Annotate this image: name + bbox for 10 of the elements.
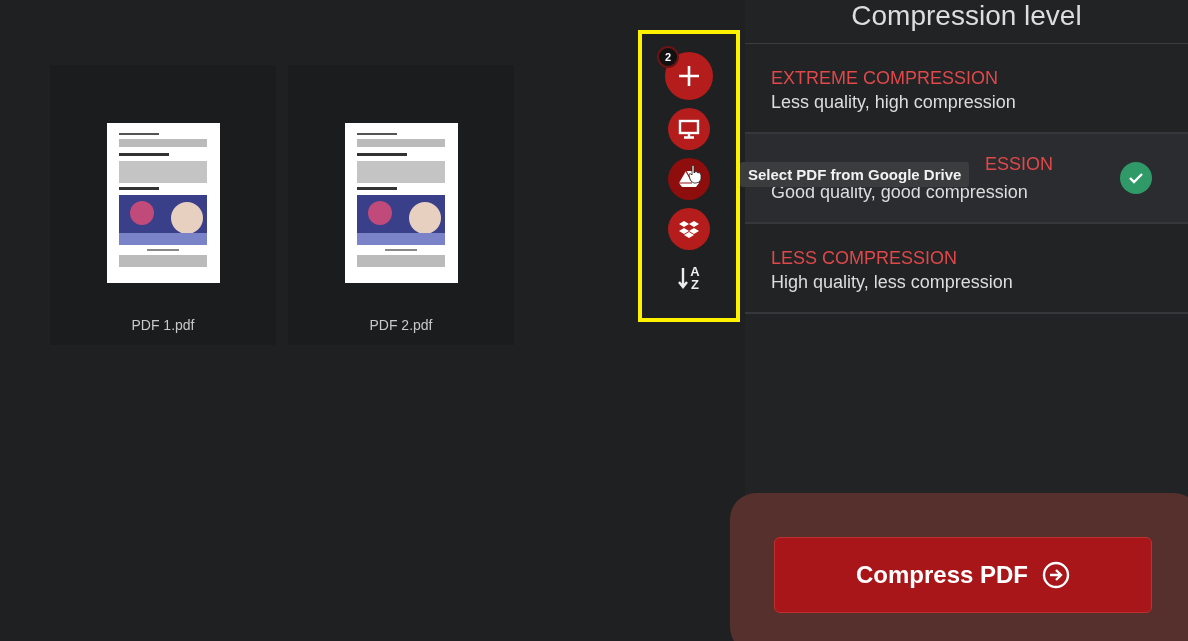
option-title: EXTREME COMPRESSION	[771, 67, 999, 89]
panel-title: Compression level	[745, 0, 1188, 44]
option-title: LESS COMPRESSION	[771, 247, 958, 269]
option-title: ESSION	[985, 153, 1054, 175]
option-description: High quality, less compression	[771, 271, 1013, 293]
file-name: PDF 2.pdf	[369, 317, 433, 333]
file-name: PDF 1.pdf	[131, 317, 195, 333]
option-description: Less quality, high compression	[771, 91, 1016, 113]
tooltip: Select PDF from Google Drive	[740, 162, 970, 187]
count-badge: 2	[657, 46, 679, 68]
